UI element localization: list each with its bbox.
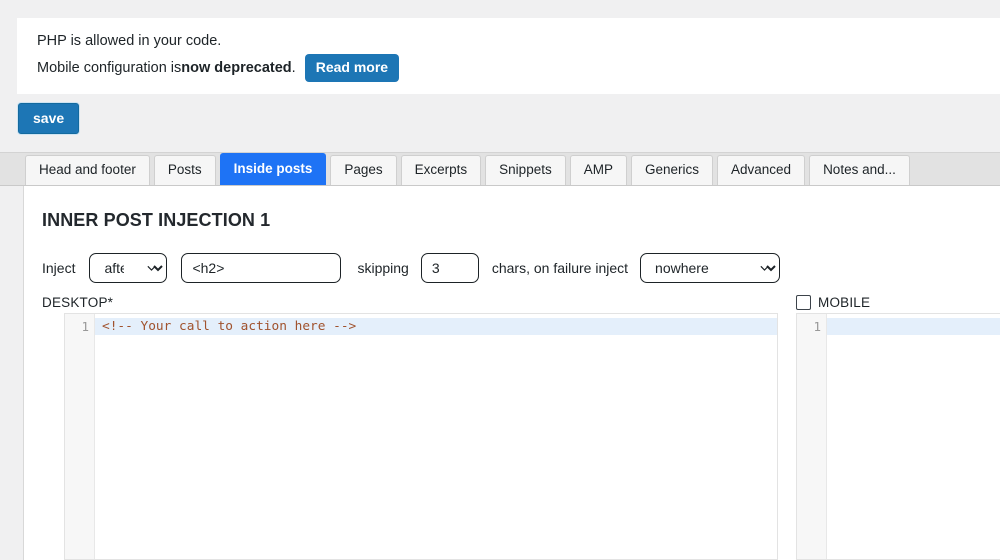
tab-pages[interactable]: Pages (330, 155, 397, 185)
tab-notes-and[interactable]: Notes and... (809, 155, 910, 185)
inject-tag-input[interactable] (181, 253, 342, 283)
desktop-editor-header: DESKTOP* (42, 291, 778, 313)
notice-line-mobile: Mobile configuration is now deprecated. … (37, 54, 988, 82)
mobile-editor-header: MOBILE (796, 291, 1000, 313)
notice-mobile-strong: now deprecated (181, 59, 292, 76)
mobile-label: MOBILE (818, 294, 871, 310)
tab-amp[interactable]: AMP (569, 155, 627, 185)
tab-advanced[interactable]: Advanced (717, 155, 806, 185)
tab-generics[interactable]: Generics (630, 155, 714, 185)
inject-position-select[interactable]: after (89, 253, 168, 283)
failure-inject-select-wrap: nowhere (640, 253, 781, 283)
mobile-gutter: 1 (797, 314, 827, 559)
tab-head-and-footer[interactable]: Head and footer (25, 155, 150, 185)
notice-mobile-suffix: . (291, 59, 296, 76)
notice-php-text: PHP is allowed in your code. (37, 33, 222, 49)
tab-excerpts[interactable]: Excerpts (400, 155, 482, 185)
line-number: 1 (813, 319, 821, 334)
tab-bar: Head and footer Posts Inside posts Pages… (0, 152, 1000, 186)
tab-posts[interactable]: Posts (153, 155, 216, 185)
mobile-code-editor[interactable]: 1 (796, 313, 1000, 560)
desktop-label: DESKTOP* (42, 294, 114, 310)
tab-snippets[interactable]: Snippets (485, 155, 566, 185)
code-line[interactable] (827, 318, 1000, 335)
code-editors: DESKTOP* 1 <!-- Your call to action here… (42, 291, 1000, 560)
save-button[interactable]: save (18, 103, 80, 134)
desktop-code-area[interactable]: <!-- Your call to action here --> (95, 314, 777, 559)
line-number: 1 (81, 319, 89, 334)
page-title: INNER POST INJECTION 1 (42, 210, 271, 230)
tab-inside-posts[interactable]: Inside posts (219, 153, 327, 185)
deprecation-notice: PHP is allowed in your code. Mobile conf… (17, 18, 1000, 94)
settings-panel: INNER POST INJECTION 1 Inject after skip… (23, 186, 1000, 560)
mobile-enable-checkbox[interactable] (796, 294, 811, 310)
inject-position-select-wrap: after (89, 253, 168, 283)
inject-configuration-row: Inject after skipping chars, on failure … (42, 253, 1000, 283)
notice-line-php: PHP is allowed in your code. (37, 30, 988, 52)
code-line[interactable]: <!-- Your call to action here --> (95, 318, 777, 335)
panel-content: INNER POST INJECTION 1 Inject after skip… (24, 186, 1000, 560)
inject-label: Inject (42, 260, 76, 276)
chars-on-failure-label: chars, on failure inject (491, 260, 629, 276)
desktop-gutter: 1 (65, 314, 95, 559)
desktop-code-editor[interactable]: 1 <!-- Your call to action here --> (64, 313, 778, 560)
desktop-editor-column: DESKTOP* 1 <!-- Your call to action here… (42, 291, 778, 560)
mobile-code-area[interactable] (827, 314, 1000, 559)
read-more-button[interactable]: Read more (304, 54, 400, 82)
mobile-editor-column: MOBILE 1 (796, 291, 1000, 560)
failure-inject-select[interactable]: nowhere (640, 253, 781, 283)
notice-mobile-prefix: Mobile configuration is (37, 59, 182, 76)
skip-chars-input[interactable] (420, 253, 479, 283)
skipping-label: skipping (357, 260, 409, 276)
